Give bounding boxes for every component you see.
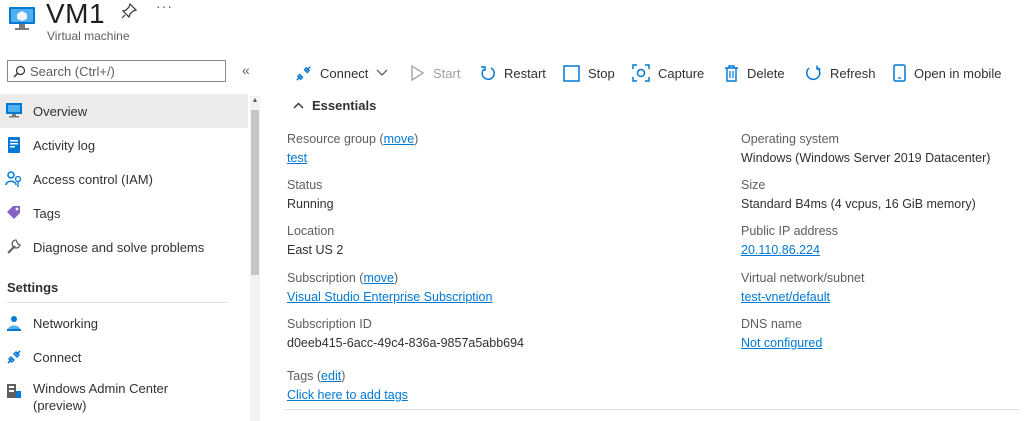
refresh-label: Refresh (830, 65, 876, 81)
subscription-label-text: Subscription (287, 271, 356, 285)
connect-label: Connect (320, 65, 369, 81)
edit-tags-link[interactable]: edit (321, 369, 341, 383)
search-input[interactable] (26, 62, 212, 80)
activity-log-icon (8, 137, 20, 153)
sidebar-item-label: Overview (33, 103, 88, 119)
start-label: Start (433, 65, 461, 81)
delete-icon (725, 64, 738, 82)
open-in-mobile-label: Open in mobile (914, 65, 1002, 81)
size-value: Standard B4ms (4 vcpus, 16 GiB memory) (741, 197, 976, 211)
settings-section-title: Settings (7, 280, 59, 295)
windows-admin-icon (7, 384, 21, 398)
sidebar-item-label: Windows Admin Center (33, 381, 169, 396)
os-label: Operating system (741, 132, 839, 146)
scroll-up-arrow-icon[interactable]: ▲ (250, 96, 260, 106)
dns-link[interactable]: Not configured (741, 336, 822, 350)
delete-button[interactable]: Delete (724, 60, 785, 86)
sidebar-item-label: Diagnose and solve problems (33, 239, 205, 255)
status-value: Running (287, 197, 334, 211)
restart-icon (481, 66, 495, 81)
status-label: Status (287, 178, 323, 192)
os-value: Windows (Windows Server 2019 Datacenter) (741, 151, 991, 165)
connect-icon (296, 65, 311, 81)
pin-icon[interactable] (120, 2, 138, 20)
connect-button[interactable]: Connect (295, 60, 388, 86)
sidebar-item-label: Connect (33, 349, 82, 365)
essentials-divider (285, 409, 1020, 410)
restart-button[interactable]: Restart (480, 60, 546, 86)
subscription-link[interactable]: Visual Studio Enterprise Subscription (287, 290, 492, 304)
networking-icon (7, 316, 21, 331)
start-button[interactable]: Start (410, 60, 460, 86)
sidebar-item-windows-admin-center[interactable]: Windows Admin Center (preview) (0, 376, 248, 420)
sidebar-item-label: Tags (33, 205, 61, 221)
section-divider (7, 302, 227, 303)
move-resource-group-link[interactable]: move (384, 132, 415, 146)
essentials-toggle[interactable]: Essentials (293, 98, 376, 113)
stop-label: Stop (588, 65, 615, 81)
sidebar-item-activity-log[interactable]: Activity log (0, 128, 248, 162)
resource-group-link[interactable]: test (287, 151, 307, 165)
tags-label-text: Tags (287, 369, 314, 383)
sidebar-item-overview[interactable]: Overview (0, 94, 248, 128)
connect-icon (7, 350, 21, 364)
search-box[interactable] (7, 60, 226, 82)
size-label: Size (741, 178, 766, 192)
public-ip-label: Public IP address (741, 224, 839, 238)
refresh-icon (806, 65, 821, 80)
refresh-button[interactable]: Refresh (805, 60, 876, 86)
subscription-id-value: d0eeb415-6acc-49c4-836a-9857a5abb694 (287, 336, 525, 350)
vnet-link[interactable]: test-vnet/default (741, 290, 830, 304)
page-subtitle: Virtual machine (47, 29, 130, 43)
sidebar-item-tags[interactable]: Tags (0, 196, 248, 230)
mobile-phone-icon (893, 64, 906, 82)
sidebar-item-label: Networking (33, 315, 99, 331)
vnet-label: Virtual network/subnet (741, 271, 865, 285)
scrollbar-thumb[interactable] (251, 110, 259, 275)
capture-icon (632, 64, 650, 82)
virtual-machine-icon (9, 7, 35, 30)
search-icon (13, 65, 26, 77)
subscription-label: Subscription (move) (287, 271, 399, 285)
sidebar-item-networking[interactable]: Networking (0, 306, 248, 340)
tag-icon (7, 206, 20, 219)
chevron-down-icon[interactable] (376, 69, 388, 77)
more-options-button[interactable]: ··· (156, 0, 173, 14)
access-control-icon (5, 171, 22, 187)
open-in-mobile-button[interactable]: Open in mobile (893, 60, 1001, 86)
restart-label: Restart (504, 65, 546, 81)
move-subscription-link[interactable]: move (363, 271, 394, 285)
essentials-title: Essentials (312, 98, 377, 113)
resource-group-label: Resource group (move) (287, 132, 419, 146)
page-title: VM1 (46, 0, 106, 29)
tags-label: Tags (edit) (287, 369, 346, 383)
stop-icon (563, 64, 580, 82)
delete-label: Delete (747, 65, 785, 81)
overview-icon (6, 103, 22, 118)
chevron-up-icon (293, 102, 304, 109)
resource-group-label-text: Resource group (287, 132, 376, 146)
stop-button[interactable]: Stop (563, 60, 615, 86)
sidebar-item-label: Activity log (33, 137, 96, 153)
public-ip-link[interactable]: 20.110.86.224 (741, 243, 820, 257)
sidebar-item-diagnose[interactable]: Diagnose and solve problems (0, 230, 248, 264)
sidebar-item-connect[interactable]: Connect (0, 340, 248, 374)
sidebar-item-sublabel: (preview) (33, 398, 87, 413)
location-label: Location (287, 224, 335, 238)
add-tags-link[interactable]: Click here to add tags (287, 388, 408, 402)
subscription-id-label: Subscription ID (287, 317, 372, 331)
dns-label: DNS name (741, 317, 803, 331)
capture-button[interactable]: Capture (632, 60, 704, 86)
capture-label: Capture (658, 65, 705, 81)
wrench-icon (7, 239, 21, 254)
location-value: East US 2 (287, 243, 344, 257)
sidebar-item-label: Access control (IAM) (33, 171, 153, 187)
play-icon (411, 65, 425, 81)
sidebar-item-access-control[interactable]: Access control (IAM) (0, 162, 248, 196)
collapse-sidebar-button[interactable]: « (242, 62, 250, 78)
